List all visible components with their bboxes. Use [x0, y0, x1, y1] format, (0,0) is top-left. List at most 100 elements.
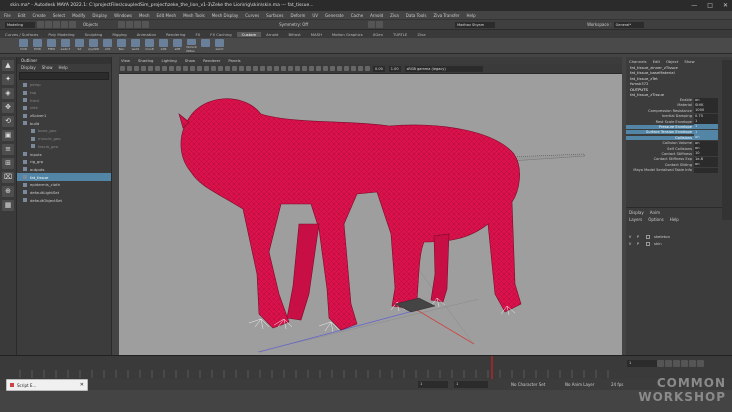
play-forward-icon[interactable]: [681, 360, 688, 367]
shelf-tool-button[interactable]: sw2n7: [60, 38, 71, 53]
shelf-tab-arnold[interactable]: Arnold: [261, 32, 283, 37]
shelf-tool-button[interactable]: SX: [74, 38, 85, 53]
menu-cache[interactable]: Cache: [351, 13, 363, 18]
viewport-tool-icon[interactable]: [316, 66, 321, 71]
outliner-item[interactable]: muscle_geo: [17, 135, 111, 143]
channel-attr[interactable]: Collisions on: [626, 135, 732, 141]
menu-uv[interactable]: UV: [312, 13, 318, 18]
viewport-tool-icon[interactable]: [127, 66, 132, 71]
channel-attr-value[interactable]: [694, 167, 718, 173]
shelf-tab-poly-modeling[interactable]: Poly Modeling: [43, 32, 79, 37]
outliner-item[interactable]: inputs: [17, 150, 111, 158]
channel-attr[interactable]: Rest Scale Envelope 1: [626, 119, 732, 125]
outliner-menu-show[interactable]: Show: [42, 65, 53, 70]
viewport-tool-icon[interactable]: [288, 66, 293, 71]
viewport-tool-icon[interactable]: [344, 66, 349, 71]
viewport-tool-icon[interactable]: [281, 66, 286, 71]
channel-attr[interactable]: Collision Volume on: [626, 140, 732, 146]
channel-attr-value[interactable]: 1e-6: [694, 156, 718, 162]
new-scene-icon[interactable]: [37, 21, 44, 28]
outliner-item[interactable]: top: [17, 89, 111, 97]
snap-curve-icon[interactable]: [126, 21, 134, 28]
channel-attr-value[interactable]: 1000: [694, 108, 718, 114]
viewport-tool-icon[interactable]: [155, 66, 160, 71]
viewport-tool-icon[interactable]: [239, 66, 244, 71]
close-icon[interactable]: ✕: [80, 382, 84, 388]
render-icon[interactable]: [368, 21, 376, 28]
exposure-field[interactable]: 0.00: [373, 65, 385, 72]
fps-selector[interactable]: 24 fps: [611, 382, 623, 387]
shelf-tool-button[interactable]: cpyWW: [88, 38, 99, 53]
tool-icon[interactable]: ▦: [2, 200, 14, 211]
menu-display[interactable]: Display: [92, 13, 107, 18]
shelf-tool-button[interactable]: Ban: [116, 38, 127, 53]
outliner-menu-help[interactable]: Help: [59, 65, 68, 70]
menu-create[interactable]: Create: [32, 13, 45, 18]
shelf-tab-curves-surfaces[interactable]: Curves / Surfaces: [0, 32, 43, 37]
snap-surface-icon[interactable]: [142, 21, 150, 28]
shelf-tool-button[interactable]: PVW: [32, 38, 43, 53]
ipr-render-icon[interactable]: [376, 21, 384, 28]
menu-data-tools[interactable]: Data Tools: [406, 13, 427, 18]
viewport-tool-icon[interactable]: [148, 66, 153, 71]
shelf-tab-ziva[interactable]: Ziva: [412, 32, 430, 37]
colorspace-selector[interactable]: sRGB gamma (legacy): [404, 65, 483, 72]
command-line[interactable]: [0, 390, 732, 412]
viewport-tool-icon[interactable]: [232, 66, 237, 71]
channel-attr[interactable]: Pressure Envelope 1: [626, 124, 732, 130]
viewport-tool-icon[interactable]: [253, 66, 258, 71]
viewport-tool-icon[interactable]: [267, 66, 272, 71]
menu-mesh-tools[interactable]: Mesh Tools: [183, 13, 205, 18]
viewport-tool-icon[interactable]: [120, 66, 125, 71]
layer-row[interactable]: V Pskeleton: [626, 233, 732, 240]
range-start-field[interactable]: 1: [418, 381, 448, 388]
shelf-tool-button[interactable]: zeCrt: [214, 38, 225, 53]
viewport-tool-icon[interactable]: [295, 66, 300, 71]
redo-icon[interactable]: [69, 21, 76, 28]
layer-tab-anim[interactable]: Anim: [650, 210, 660, 215]
viewport-tool-icon[interactable]: [176, 66, 181, 71]
shelf-tab-fx-caching[interactable]: FX Caching: [205, 32, 236, 37]
shelf-tab-turtle[interactable]: TURTLE: [388, 32, 412, 37]
character-set[interactable]: No Character Set: [511, 382, 555, 387]
channelbox-tab-object[interactable]: Object: [666, 59, 678, 64]
shelf-tab-motion-graphics[interactable]: Motion Graphics: [327, 32, 368, 37]
step-back-icon[interactable]: [665, 360, 672, 367]
viewport-tool-icon[interactable]: [330, 66, 335, 71]
tool-icon[interactable]: ✥: [2, 102, 14, 113]
channel-attr[interactable]: Maya Model Serialised Table Info: [626, 167, 732, 173]
shelf-tab-mash[interactable]: MASH: [306, 32, 327, 37]
outliner-item[interactable]: outputs: [17, 166, 111, 174]
channel-attr[interactable]: Surface Tension Envelope 1: [626, 129, 732, 135]
tool-icon[interactable]: ⊕: [2, 186, 14, 197]
tool-icon[interactable]: ▲: [2, 60, 14, 71]
channel-attr[interactable]: Contact Sliding on: [626, 162, 732, 168]
channel-attr-value[interactable]: 0.75: [694, 113, 718, 119]
menu-windows[interactable]: Windows: [114, 13, 132, 18]
viewport-tool-icon[interactable]: [141, 66, 146, 71]
channel-attr-value[interactable]: 1: [694, 129, 718, 135]
menu-select[interactable]: Select: [53, 13, 65, 18]
channel-attr-value[interactable]: on: [694, 162, 718, 168]
viewport-tool-icon[interactable]: [183, 66, 188, 71]
maximize-icon[interactable]: □: [707, 2, 713, 9]
viewport-menu-shading[interactable]: Shading: [138, 58, 153, 63]
viewport-tool-icon[interactable]: [351, 66, 356, 71]
menu-curves[interactable]: Curves: [245, 13, 259, 18]
shelf-tool-button[interactable]: [200, 38, 211, 53]
outliner-item[interactable]: zSolver1: [17, 112, 111, 120]
menu-arnold[interactable]: Arnold: [370, 13, 383, 18]
viewport-tool-icon[interactable]: [246, 66, 251, 71]
viewport-tool-icon[interactable]: [274, 66, 279, 71]
layer-row[interactable]: V Pskin: [626, 240, 732, 247]
channel-attr-value[interactable]: on: [694, 146, 718, 152]
menu-modify[interactable]: Modify: [72, 13, 85, 18]
viewport-tool-icon[interactable]: [162, 66, 167, 71]
outliner-search-input[interactable]: [19, 72, 109, 80]
save-scene-icon[interactable]: [53, 21, 60, 28]
outliner-item[interactable]: fascia_geo: [17, 143, 111, 151]
tool-icon[interactable]: ⊞: [2, 158, 14, 169]
outliner-item[interactable]: defaultLightSet: [17, 189, 111, 197]
shelf-tool-button[interactable]: xtrt: [102, 38, 113, 53]
channel-attr[interactable]: Contact Stiffness Exp 1e-6: [626, 156, 732, 162]
